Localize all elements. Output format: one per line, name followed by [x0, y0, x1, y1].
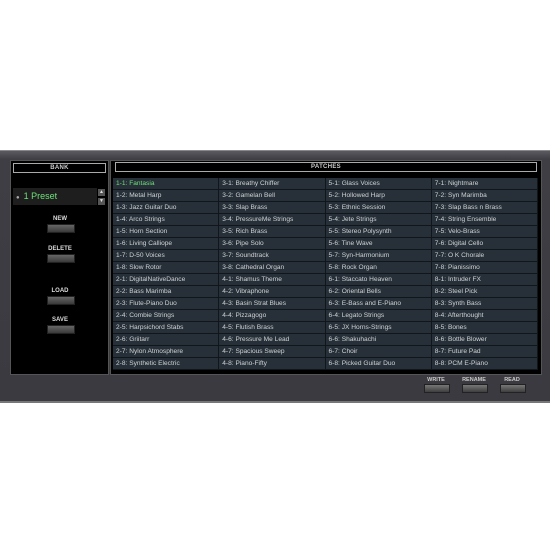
patch-item[interactable]: 2-3: Flute-Piano Duo	[113, 298, 220, 310]
patch-item[interactable]: 2-2: Bass Marimba	[113, 286, 220, 298]
new-button[interactable]	[47, 224, 75, 233]
rename-button[interactable]	[462, 384, 488, 393]
save-button[interactable]	[47, 325, 75, 334]
patch-item[interactable]: 3-1: Breathy Chiffer	[219, 178, 326, 190]
patch-item[interactable]: 5-3: Ethnic Session	[325, 202, 432, 214]
patch-item[interactable]: 4-8: Piano-Fifty	[219, 358, 326, 370]
write-button[interactable]	[424, 384, 450, 393]
patch-item[interactable]: 1-3: Jazz Guitar Duo	[113, 202, 220, 214]
patch-item[interactable]: 7-3: Slap Bass n Brass	[431, 202, 538, 214]
load-button[interactable]	[47, 296, 75, 305]
patch-item[interactable]: 3-4: PressureMe Strings	[219, 214, 326, 226]
bank-panel: BANK ● 1 Preset ▲ ▼ NEW DELETE LOAD SAVE	[10, 160, 109, 375]
rename-label: RENAME	[462, 377, 486, 383]
patch-item[interactable]: 6-8: Picked Guitar Duo	[325, 358, 432, 370]
load-label: LOAD	[51, 288, 69, 294]
patch-item[interactable]: 7-2: Syn Marimba	[431, 190, 538, 202]
patch-item[interactable]: 7-1: Nightmare	[431, 178, 538, 190]
patch-item[interactable]: 8-4: Afterthought	[431, 310, 538, 322]
patch-item[interactable]: 4-1: Shamus Theme	[219, 274, 326, 286]
write-label: WRITE	[427, 377, 445, 383]
patch-item[interactable]: 1-6: Living Calliope	[113, 238, 220, 250]
patch-item[interactable]: 4-7: Spacious Sweep	[219, 346, 326, 358]
bank-selector[interactable]: ● 1 Preset	[13, 188, 97, 205]
patch-grid: 1-1: Fantasia 1-2: Metal Harp 1-3: Jazz Gu…	[113, 178, 538, 370]
save-label: SAVE	[52, 317, 68, 323]
patch-item[interactable]: 1-1: Fantasia	[113, 178, 220, 190]
patch-item[interactable]: 6-4: Legato Strings	[325, 310, 432, 322]
librarian-panel: BANK ● 1 Preset ▲ ▼ NEW DELETE LOAD SAVE …	[0, 150, 550, 403]
patch-item[interactable]: 4-5: Flutish Brass	[219, 322, 326, 334]
patch-item[interactable]: 5-6: Tine Wave	[325, 238, 432, 250]
patch-item[interactable]: 1-5: Horn Section	[113, 226, 220, 238]
patch-item[interactable]: 1-7: D-50 Voices	[113, 250, 220, 262]
patch-item[interactable]: 5-7: Syn-Harmonium	[325, 250, 432, 262]
patch-item[interactable]: 4-4: Pizzagogo	[219, 310, 326, 322]
patch-item[interactable]: 1-4: Arco Strings	[113, 214, 220, 226]
delete-label: DELETE	[48, 246, 72, 252]
patch-item[interactable]: 2-8: Synthetic Electric	[113, 358, 220, 370]
patch-item[interactable]: 5-8: Rock Organ	[325, 262, 432, 274]
patch-item[interactable]: 8-5: Bones	[431, 322, 538, 334]
patch-item[interactable]: 4-2: Vibraphone	[219, 286, 326, 298]
patches-panel: PATCHES 1-1: Fantasia 1-2: Metal Harp 1-3:…	[110, 160, 542, 375]
patch-item[interactable]: 3-5: Rich Brass	[219, 226, 326, 238]
patch-item[interactable]: 7-8: Pianissimo	[431, 262, 538, 274]
patch-item[interactable]: 5-2: Hollowed Harp	[325, 190, 432, 202]
patch-item[interactable]: 6-3: E-Bass and E-Piano	[325, 298, 432, 310]
patch-item[interactable]: 8-6: Bottle Blower	[431, 334, 538, 346]
patch-item[interactable]: 2-1: DigitalNativeDance	[113, 274, 220, 286]
patch-item[interactable]: 5-5: Stereo Polysynth	[325, 226, 432, 238]
patch-item[interactable]: 1-8: Slow Rotor	[113, 262, 220, 274]
patch-item[interactable]: 1-2: Metal Harp	[113, 190, 220, 202]
new-label: NEW	[53, 216, 67, 222]
read-label: READ	[504, 377, 520, 383]
patch-item[interactable]: 4-3: Basin Strat Blues	[219, 298, 326, 310]
patch-item[interactable]: 7-7: O K Chorale	[431, 250, 538, 262]
spin-up-icon[interactable]: ▲	[98, 189, 105, 196]
patch-item[interactable]: 2-4: Combie Strings	[113, 310, 220, 322]
patch-item[interactable]: 3-2: Gamelan Bell	[219, 190, 326, 202]
patch-item[interactable]: 2-7: Nylon Atmosphere	[113, 346, 220, 358]
patch-item[interactable]: 7-4: String Ensemble	[431, 214, 538, 226]
patch-item[interactable]: 8-3: Synth Bass	[431, 298, 538, 310]
patch-item[interactable]: 3-3: Slap Brass	[219, 202, 326, 214]
patch-item[interactable]: 5-1: Glass Voices	[325, 178, 432, 190]
patch-item[interactable]: 6-1: Staccato Heaven	[325, 274, 432, 286]
patch-item[interactable]: 3-6: Pipe Solo	[219, 238, 326, 250]
patch-item[interactable]: 5-4: Jete Strings	[325, 214, 432, 226]
patch-item[interactable]: 2-6: Griitarr	[113, 334, 220, 346]
spin-down-icon[interactable]: ▼	[98, 198, 105, 205]
patches-header: PATCHES	[115, 162, 537, 172]
patch-item[interactable]: 6-6: Shakuhachi	[325, 334, 432, 346]
patch-item[interactable]: 8-7: Future Pad	[431, 346, 538, 358]
bullet-icon: ●	[16, 195, 20, 201]
patch-item[interactable]: 6-5: JX Horns-Strings	[325, 322, 432, 334]
patch-item[interactable]: 2-5: Harpsichord Stabs	[113, 322, 220, 334]
bank-selected: 1 Preset	[23, 191, 58, 201]
patch-item[interactable]: 6-2: Oriental Bells	[325, 286, 432, 298]
patch-item[interactable]: 8-1: Intruder FX	[431, 274, 538, 286]
patch-item[interactable]: 3-8: Cathedral Organ	[219, 262, 326, 274]
bank-header: BANK	[13, 163, 106, 173]
patch-item[interactable]: 4-6: Pressure Me Lead	[219, 334, 326, 346]
patch-item[interactable]: 8-8: PCM E-Piano	[431, 358, 538, 370]
delete-button[interactable]	[47, 254, 75, 263]
read-button[interactable]	[500, 384, 526, 393]
patch-item[interactable]: 8-2: Steel Pick	[431, 286, 538, 298]
patch-item[interactable]: 7-5: Velo-Brass	[431, 226, 538, 238]
patch-item[interactable]: 7-6: Digital Cello	[431, 238, 538, 250]
patch-item[interactable]: 3-7: Soundtrack	[219, 250, 326, 262]
patch-item[interactable]: 6-7: Choir	[325, 346, 432, 358]
